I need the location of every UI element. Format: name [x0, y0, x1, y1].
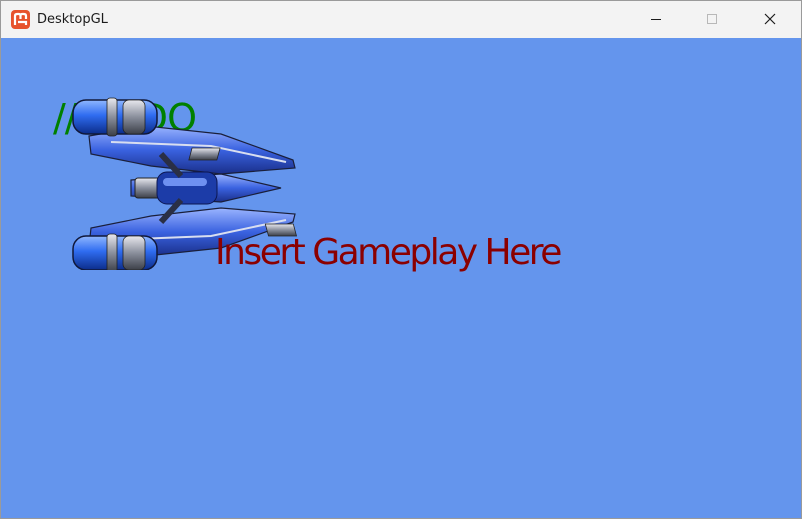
- maximize-button[interactable]: [689, 1, 735, 38]
- close-button[interactable]: [747, 1, 793, 38]
- window-title: DesktopGL: [37, 12, 108, 27]
- title-bar[interactable]: DesktopGL: [1, 1, 801, 38]
- minimize-button[interactable]: [633, 1, 679, 38]
- close-icon: [764, 13, 776, 25]
- monogame-icon: [11, 10, 30, 29]
- gameplay-text: Insert Gameplay Here: [215, 232, 562, 273]
- minimize-icon: [651, 19, 661, 20]
- maximize-icon: [707, 14, 717, 24]
- game-viewport[interactable]: // TODO: [1, 38, 801, 518]
- game-window: DesktopGL // TODO: [0, 0, 802, 519]
